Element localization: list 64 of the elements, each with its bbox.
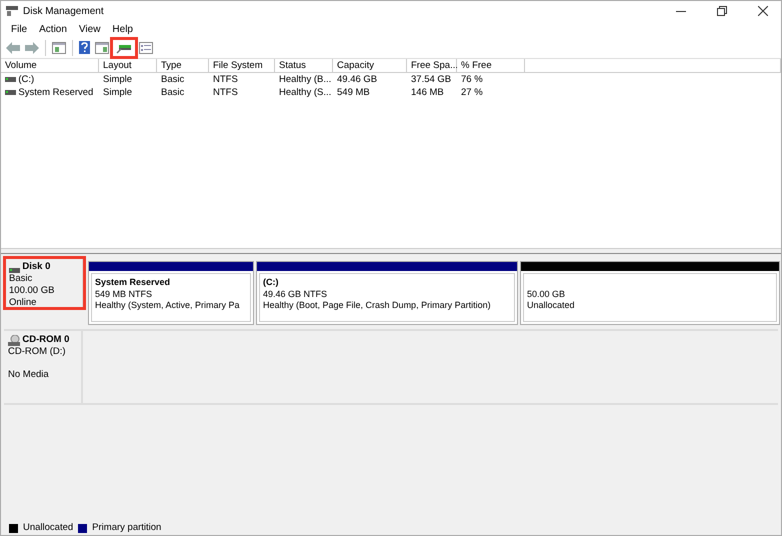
column-header[interactable]: Status — [275, 59, 333, 73]
pane-icon[interactable] — [94, 40, 110, 54]
list-icon[interactable] — [138, 40, 154, 54]
table-cell-text: 549 MB — [336, 86, 371, 99]
table-cell-text: 76 % — [460, 73, 484, 86]
partition-size: 549 MB NTFS — [95, 288, 154, 300]
column-header[interactable]: % Free — [457, 59, 525, 73]
partition-block[interactable]: 50.00 GB Unallocated — [520, 261, 780, 325]
disk-info: CD-ROM (D:) — [8, 346, 67, 358]
minimize-icon[interactable] — [676, 10, 686, 12]
disk-name: Disk 0 — [22, 261, 50, 273]
table-cell-text: Healthy (S... — [278, 86, 332, 99]
app-icon — [6, 6, 18, 16]
table-cell-text: Basic — [160, 73, 186, 86]
column-header[interactable]: Capacity — [333, 59, 407, 73]
menu-item[interactable]: File — [5, 21, 34, 37]
help-icon[interactable] — [78, 40, 91, 55]
table-cell-text: 37.54 GB — [410, 73, 452, 86]
column-header[interactable]: Volume — [1, 59, 99, 73]
menu-item[interactable]: Action — [33, 21, 73, 37]
column-header[interactable]: Free Spa... — [407, 59, 457, 73]
menu-item[interactable]: Help — [106, 21, 139, 37]
table-cell-text: NTFS — [212, 73, 239, 86]
table-cell-text: NTFS — [212, 86, 239, 99]
cd-drive-icon — [8, 335, 20, 346]
restore-icon[interactable] — [717, 6, 727, 16]
volume-name: System Reserved — [18, 86, 94, 99]
table-cell-text: Healthy (B... — [278, 73, 332, 86]
partition-name: System Reserved — [95, 277, 172, 288]
disk-label[interactable]: Disk 0 Basic 100.00 GB Online — [5, 258, 84, 308]
drive-icon — [9, 268, 20, 273]
disk-info: Basic — [9, 273, 34, 285]
volume-name: (C:) — [18, 73, 34, 86]
window-title: Disk Management — [23, 4, 105, 18]
legend-label: Unallocated — [23, 520, 74, 535]
drive-icon — [5, 77, 16, 82]
table-cell-text: 27 % — [460, 86, 484, 99]
partition-size: 49.46 GB NTFS — [263, 288, 328, 300]
column-header[interactable]: Layout — [99, 59, 157, 73]
partition-status: Healthy (System, Active, Primary Pa — [95, 300, 241, 312]
partition-status: Unallocated — [527, 300, 576, 312]
table-cell-text: Simple — [102, 86, 134, 99]
partition-status: Healthy (Boot, Page File, Crash Dump, Primary Partition) — [263, 300, 492, 312]
table-cell-text: Simple — [102, 73, 134, 86]
close-icon[interactable] — [758, 6, 768, 16]
back-icon[interactable] — [5, 40, 21, 54]
disk-info: 100.00 GB — [9, 285, 56, 297]
drive-icon — [5, 90, 16, 95]
disk-info: No Media — [8, 369, 50, 381]
disk-info: Online — [9, 297, 38, 308]
pane-icon[interactable] — [51, 40, 67, 54]
table-cell-text: Basic — [160, 86, 186, 99]
table-cell-text: 49.46 GB — [336, 73, 378, 86]
legend-label: Primary partition — [92, 520, 162, 535]
partition-block[interactable]: System Reserved 549 MB NTFS Healthy (System, Active, Primary Pa — [88, 261, 254, 325]
partition-block[interactable]: (C:) 49.46 GB NTFS Healthy (Boot, Page File, Crash Dump, Primary Partition) — [256, 261, 518, 325]
column-header[interactable]: File System — [209, 59, 275, 73]
partition-size: 50.00 GB — [527, 288, 566, 300]
forward-icon[interactable] — [24, 40, 40, 54]
table-cell-text: 146 MB — [410, 86, 445, 99]
menu-item[interactable]: View — [72, 21, 106, 37]
column-header[interactable]: Type — [157, 59, 209, 73]
disk-name: CD-ROM 0 — [22, 334, 70, 346]
partition-name: (C:) — [263, 277, 280, 288]
